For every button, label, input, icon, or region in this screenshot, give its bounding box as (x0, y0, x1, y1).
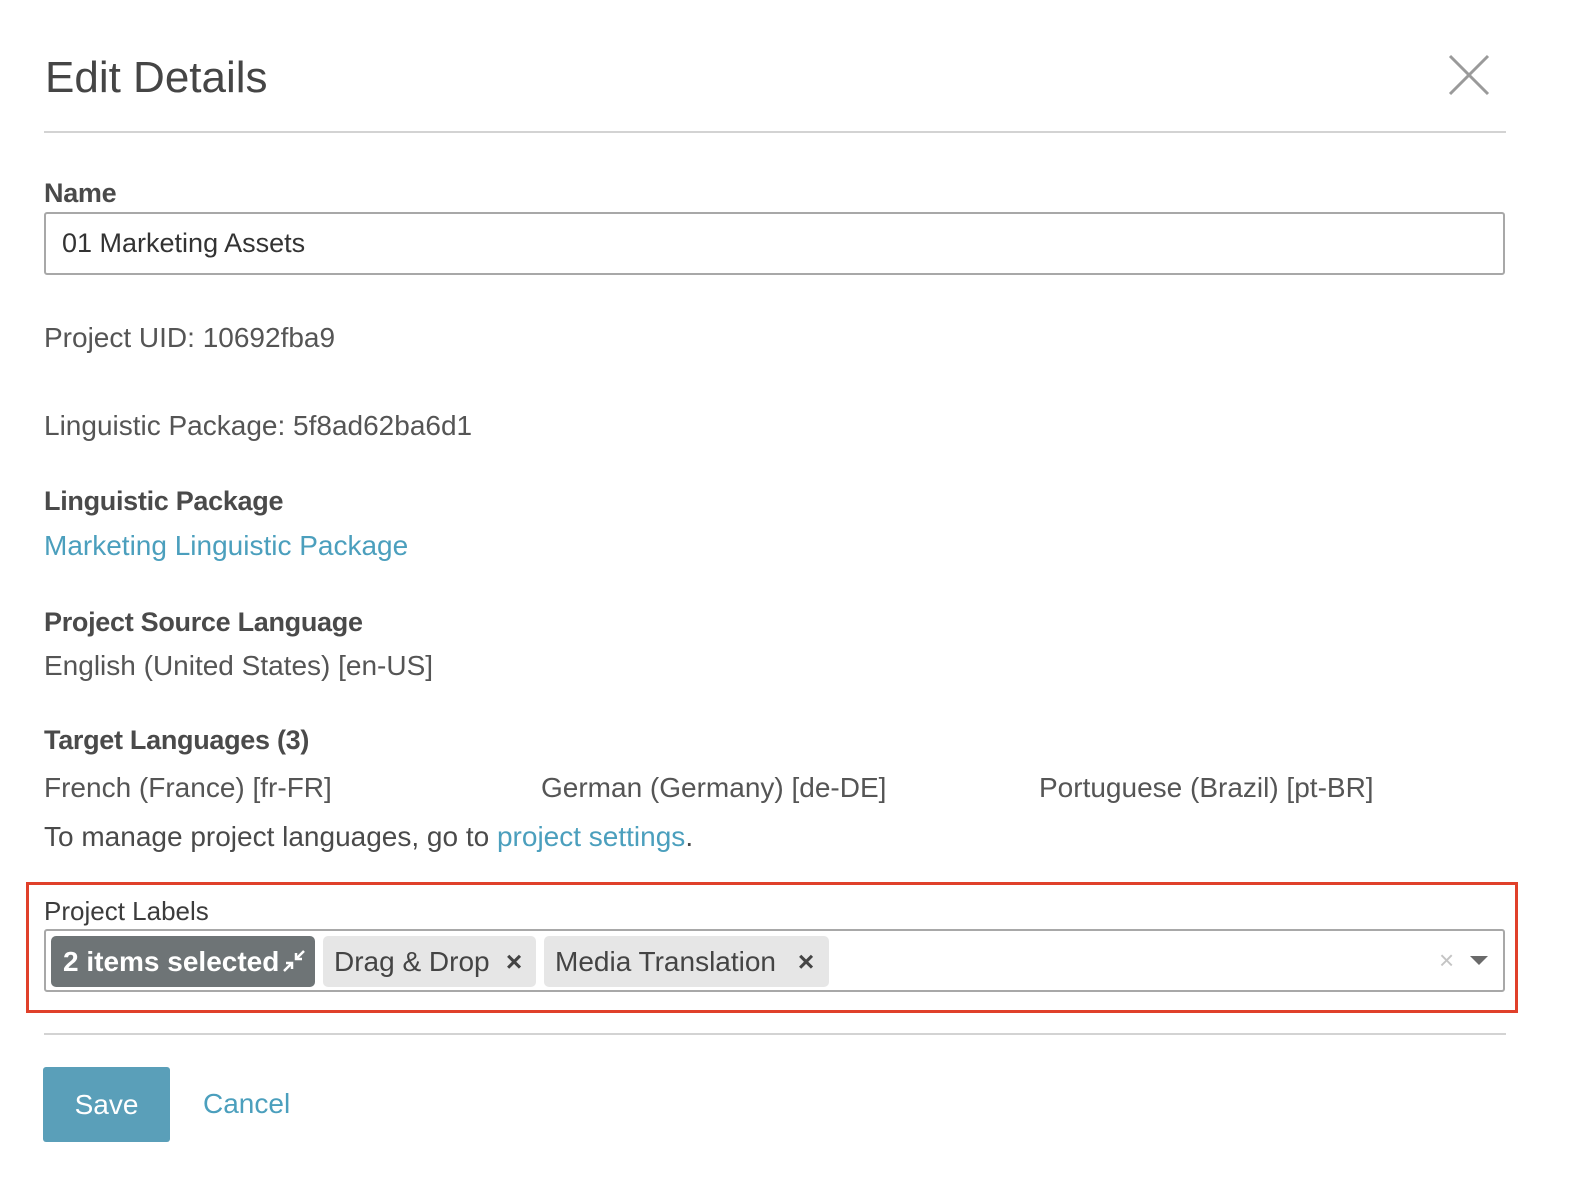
target-language-item: French (France) [fr-FR] (44, 772, 332, 803)
close-button[interactable] (1446, 52, 1496, 102)
source-language-value: English (United States) [en-US] (44, 650, 434, 681)
collapse-icon[interactable] (281, 948, 307, 974)
dialog-title: Edit Details (45, 53, 268, 102)
manage-languages-prefix: To manage project languages, go to (44, 821, 497, 852)
label-tag-text: Drag & Drop (334, 945, 490, 977)
linguistic-package-row: Marketing Linguistic Package (44, 530, 408, 562)
name-input[interactable] (44, 212, 1505, 275)
project-labels-multiselect[interactable]: 2 items selected Drag & Drop × Media Tra… (44, 929, 1505, 992)
selected-count-text: 2 items selected (63, 945, 280, 977)
project-uid: Project UID: 10692fba9 (44, 322, 336, 353)
project-labels-label: Project Labels (44, 896, 209, 926)
label-tag: Media Translation × (544, 936, 829, 987)
linguistic-package-id: Linguistic Package: 5f8ad62ba6d1 (44, 410, 473, 441)
edit-details-dialog: Edit Details Name Project UID: 10692fba9… (0, 0, 1584, 1186)
label-tag: Drag & Drop × (323, 936, 536, 987)
target-language-item: German (Germany) [de-DE] (541, 772, 887, 803)
source-language-label: Project Source Language (44, 607, 363, 637)
manage-languages-suffix: . (685, 821, 694, 852)
project-settings-link[interactable]: project settings (497, 821, 685, 852)
chevron-down-icon[interactable] (1470, 956, 1488, 965)
save-button[interactable]: Save (43, 1067, 170, 1142)
name-label: Name (44, 178, 117, 208)
footer-divider (44, 1033, 1506, 1035)
clear-icon[interactable]: × (1439, 947, 1454, 973)
linguistic-package-label: Linguistic Package (44, 486, 284, 516)
remove-tag-button[interactable]: × (499, 936, 529, 987)
target-languages-label: Target Languages (3) (44, 725, 310, 755)
label-tag-text: Media Translation (555, 945, 777, 977)
cancel-button[interactable]: Cancel (203, 1088, 290, 1120)
target-language-item: Portuguese (Brazil) [pt-BR] (1039, 772, 1374, 803)
header-divider (44, 131, 1506, 133)
remove-tag-button[interactable]: × (791, 936, 821, 987)
selected-count-chip[interactable]: 2 items selected (51, 936, 315, 987)
close-icon (1448, 54, 1490, 96)
linguistic-package-link[interactable]: Marketing Linguistic Package (44, 530, 408, 561)
manage-languages-hint: To manage project languages, go to proje… (44, 821, 693, 853)
